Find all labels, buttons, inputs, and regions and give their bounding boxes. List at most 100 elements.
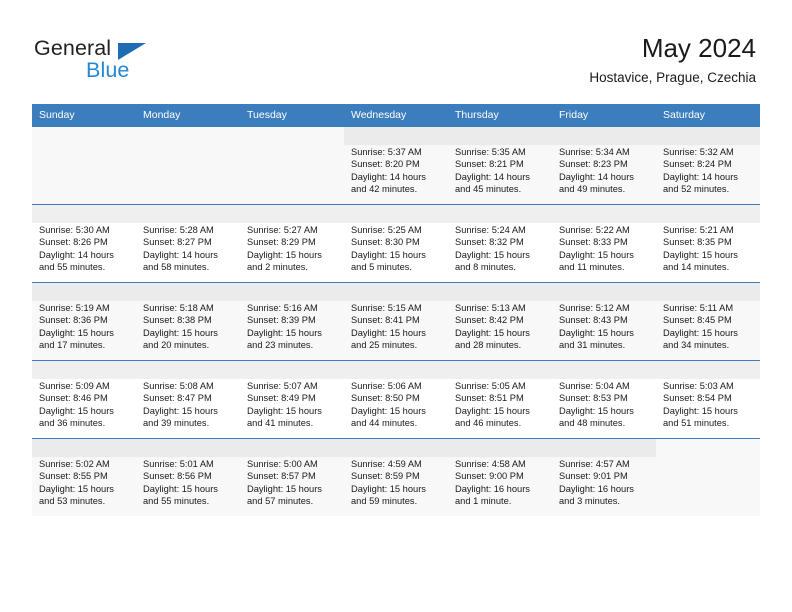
calendar-day-cell[interactable]: 15Sunrise: 5:15 AMSunset: 8:41 PMDayligh… xyxy=(344,282,448,360)
daylight-duration-line2: and 8 minutes. xyxy=(455,262,516,273)
day-cell-inner: 14Sunrise: 5:16 AMSunset: 8:39 PMDayligh… xyxy=(240,282,344,360)
daylight-duration-line2: and 42 minutes. xyxy=(351,184,418,195)
calendar-day-cell[interactable]: 22Sunrise: 5:06 AMSunset: 8:50 PMDayligh… xyxy=(344,360,448,438)
day-number-background xyxy=(136,283,240,301)
calendar-week-row: 5Sunrise: 5:30 AMSunset: 8:26 PMDaylight… xyxy=(32,204,760,282)
daylight-duration-line2: and 45 minutes. xyxy=(455,184,522,195)
calendar-day-cell[interactable]: 10Sunrise: 5:22 AMSunset: 8:33 PMDayligh… xyxy=(552,204,656,282)
daylight-duration-line2: and 52 minutes. xyxy=(663,184,730,195)
day-cell-inner: 30Sunrise: 4:58 AMSunset: 9:00 PMDayligh… xyxy=(448,438,552,516)
sunset-time: Sunset: 8:38 PM xyxy=(143,315,212,326)
daylight-duration-line1: Daylight: 14 hours xyxy=(39,249,114,260)
calendar-empty-cell xyxy=(136,126,240,204)
calendar-day-cell[interactable]: 21Sunrise: 5:07 AMSunset: 8:49 PMDayligh… xyxy=(240,360,344,438)
page-subtitle: Hostavice, Prague, Czechia xyxy=(589,70,756,85)
calendar-day-cell[interactable]: 6Sunrise: 5:28 AMSunset: 8:27 PMDaylight… xyxy=(136,204,240,282)
calendar-day-cell[interactable]: 31Sunrise: 4:57 AMSunset: 9:01 PMDayligh… xyxy=(552,438,656,516)
calendar-day-cell[interactable]: 5Sunrise: 5:30 AMSunset: 8:26 PMDaylight… xyxy=(32,204,136,282)
day-cell-inner: 19Sunrise: 5:09 AMSunset: 8:46 PMDayligh… xyxy=(32,360,136,438)
daylight-duration-line1: Daylight: 15 hours xyxy=(663,405,738,416)
sunrise-time: Sunrise: 5:07 AM xyxy=(247,381,318,391)
day-number-background xyxy=(552,205,656,223)
day-cell-inner: 12Sunrise: 5:19 AMSunset: 8:36 PMDayligh… xyxy=(32,282,136,360)
calendar-day-cell[interactable]: 29Sunrise: 4:59 AMSunset: 8:59 PMDayligh… xyxy=(344,438,448,516)
daylight-duration-line2: and 17 minutes. xyxy=(39,340,106,351)
sunset-time: Sunset: 9:01 PM xyxy=(559,471,628,482)
sunrise-time: Sunrise: 4:57 AM xyxy=(559,459,630,469)
calendar-day-cell[interactable]: 4Sunrise: 5:32 AMSunset: 8:24 PMDaylight… xyxy=(656,126,760,204)
sunset-time: Sunset: 8:30 PM xyxy=(351,237,420,248)
day-number-background xyxy=(344,439,448,457)
calendar-day-cell[interactable]: 25Sunrise: 5:03 AMSunset: 8:54 PMDayligh… xyxy=(656,360,760,438)
calendar-day-cell[interactable]: 16Sunrise: 5:13 AMSunset: 8:42 PMDayligh… xyxy=(448,282,552,360)
daylight-duration-line2: and 49 minutes. xyxy=(559,184,626,195)
sunset-time: Sunset: 8:42 PM xyxy=(455,315,524,326)
calendar-day-cell[interactable]: 19Sunrise: 5:09 AMSunset: 8:46 PMDayligh… xyxy=(32,360,136,438)
daylight-duration-line1: Daylight: 16 hours xyxy=(559,483,634,494)
calendar-day-cell[interactable]: 24Sunrise: 5:04 AMSunset: 8:53 PMDayligh… xyxy=(552,360,656,438)
calendar-week-row: 26Sunrise: 5:02 AMSunset: 8:55 PMDayligh… xyxy=(32,438,760,516)
day-cell-inner: 1Sunrise: 5:37 AMSunset: 8:20 PMDaylight… xyxy=(344,126,448,204)
day-details: Sunrise: 5:19 AM Sunset: 8:36 PM Daylight:… xyxy=(32,301,136,352)
daylight-duration-line2: and 57 minutes. xyxy=(247,496,314,507)
calendar-day-cell[interactable]: 17Sunrise: 5:12 AMSunset: 8:43 PMDayligh… xyxy=(552,282,656,360)
calendar-day-cell[interactable]: 11Sunrise: 5:21 AMSunset: 8:35 PMDayligh… xyxy=(656,204,760,282)
daylight-duration-line2: and 5 minutes. xyxy=(351,262,412,273)
daylight-duration-line1: Daylight: 16 hours xyxy=(455,483,530,494)
page-title: May 2024 xyxy=(641,33,756,63)
daylight-duration-line1: Daylight: 15 hours xyxy=(247,327,322,338)
general-blue-logo[interactable]: General Blue xyxy=(34,36,254,92)
day-cell-inner: 2Sunrise: 5:35 AMSunset: 8:21 PMDaylight… xyxy=(448,126,552,204)
sunrise-time: Sunrise: 5:09 AM xyxy=(39,381,110,391)
daylight-duration-line2: and 20 minutes. xyxy=(143,340,210,351)
sunrise-time: Sunrise: 5:03 AM xyxy=(663,381,734,391)
sunset-time: Sunset: 8:21 PM xyxy=(455,159,524,170)
day-cell-inner: 27Sunrise: 5:01 AMSunset: 8:56 PMDayligh… xyxy=(136,438,240,516)
calendar-day-cell[interactable]: 23Sunrise: 5:05 AMSunset: 8:51 PMDayligh… xyxy=(448,360,552,438)
calendar-day-cell[interactable]: 28Sunrise: 5:00 AMSunset: 8:57 PMDayligh… xyxy=(240,438,344,516)
day-details: Sunrise: 5:22 AM Sunset: 8:33 PM Daylight:… xyxy=(552,223,656,274)
calendar-day-cell[interactable]: 30Sunrise: 4:58 AMSunset: 9:00 PMDayligh… xyxy=(448,438,552,516)
calendar-day-cell[interactable]: 26Sunrise: 5:02 AMSunset: 8:55 PMDayligh… xyxy=(32,438,136,516)
daylight-duration-line2: and 36 minutes. xyxy=(39,418,106,429)
calendar-day-cell[interactable]: 8Sunrise: 5:25 AMSunset: 8:30 PMDaylight… xyxy=(344,204,448,282)
sunrise-time: Sunrise: 5:04 AM xyxy=(559,381,630,391)
calendar-empty-cell xyxy=(240,126,344,204)
day-details: Sunrise: 5:09 AM Sunset: 8:46 PM Daylight:… xyxy=(32,379,136,430)
sunrise-time: Sunrise: 5:01 AM xyxy=(143,459,214,469)
calendar-week-row: 12Sunrise: 5:19 AMSunset: 8:36 PMDayligh… xyxy=(32,282,760,360)
calendar-day-cell[interactable]: 14Sunrise: 5:16 AMSunset: 8:39 PMDayligh… xyxy=(240,282,344,360)
calendar-day-cell[interactable]: 7Sunrise: 5:27 AMSunset: 8:29 PMDaylight… xyxy=(240,204,344,282)
day-number-background xyxy=(32,439,136,457)
day-details: Sunrise: 5:01 AM Sunset: 8:56 PM Daylight:… xyxy=(136,457,240,508)
calendar-day-cell[interactable]: 13Sunrise: 5:18 AMSunset: 8:38 PMDayligh… xyxy=(136,282,240,360)
day-cell-inner: 5Sunrise: 5:30 AMSunset: 8:26 PMDaylight… xyxy=(32,204,136,282)
daylight-duration-line1: Daylight: 15 hours xyxy=(663,327,738,338)
day-number-background xyxy=(32,205,136,223)
daylight-duration-line2: and 14 minutes. xyxy=(663,262,730,273)
sunset-time: Sunset: 8:36 PM xyxy=(39,315,108,326)
calendar-empty-cell xyxy=(32,126,136,204)
sunrise-time: Sunrise: 5:37 AM xyxy=(351,147,422,157)
sunrise-time: Sunrise: 5:06 AM xyxy=(351,381,422,391)
day-details: Sunrise: 5:24 AM Sunset: 8:32 PM Daylight:… xyxy=(448,223,552,274)
daylight-duration-line2: and 58 minutes. xyxy=(143,262,210,273)
calendar-day-cell[interactable]: 9Sunrise: 5:24 AMSunset: 8:32 PMDaylight… xyxy=(448,204,552,282)
calendar-day-cell[interactable]: 3Sunrise: 5:34 AMSunset: 8:23 PMDaylight… xyxy=(552,126,656,204)
daylight-duration-line2: and 55 minutes. xyxy=(143,496,210,507)
calendar-day-cell[interactable]: 27Sunrise: 5:01 AMSunset: 8:56 PMDayligh… xyxy=(136,438,240,516)
day-cell-inner: 20Sunrise: 5:08 AMSunset: 8:47 PMDayligh… xyxy=(136,360,240,438)
day-number-background xyxy=(240,205,344,223)
sunset-time: Sunset: 8:53 PM xyxy=(559,393,628,404)
calendar-day-cell[interactable]: 20Sunrise: 5:08 AMSunset: 8:47 PMDayligh… xyxy=(136,360,240,438)
daylight-duration-line1: Daylight: 15 hours xyxy=(559,327,634,338)
daylight-duration-line1: Daylight: 14 hours xyxy=(455,171,530,182)
calendar-day-cell[interactable]: 1Sunrise: 5:37 AMSunset: 8:20 PMDaylight… xyxy=(344,126,448,204)
calendar-day-cell[interactable]: 18Sunrise: 5:11 AMSunset: 8:45 PMDayligh… xyxy=(656,282,760,360)
daylight-duration-line1: Daylight: 15 hours xyxy=(455,249,530,260)
calendar-day-cell[interactable]: 12Sunrise: 5:19 AMSunset: 8:36 PMDayligh… xyxy=(32,282,136,360)
daylight-duration-line1: Daylight: 15 hours xyxy=(247,405,322,416)
weekday-header-wednesday: Wednesday xyxy=(344,104,448,126)
calendar-day-cell[interactable]: 2Sunrise: 5:35 AMSunset: 8:21 PMDaylight… xyxy=(448,126,552,204)
sunrise-time: Sunrise: 5:32 AM xyxy=(663,147,734,157)
